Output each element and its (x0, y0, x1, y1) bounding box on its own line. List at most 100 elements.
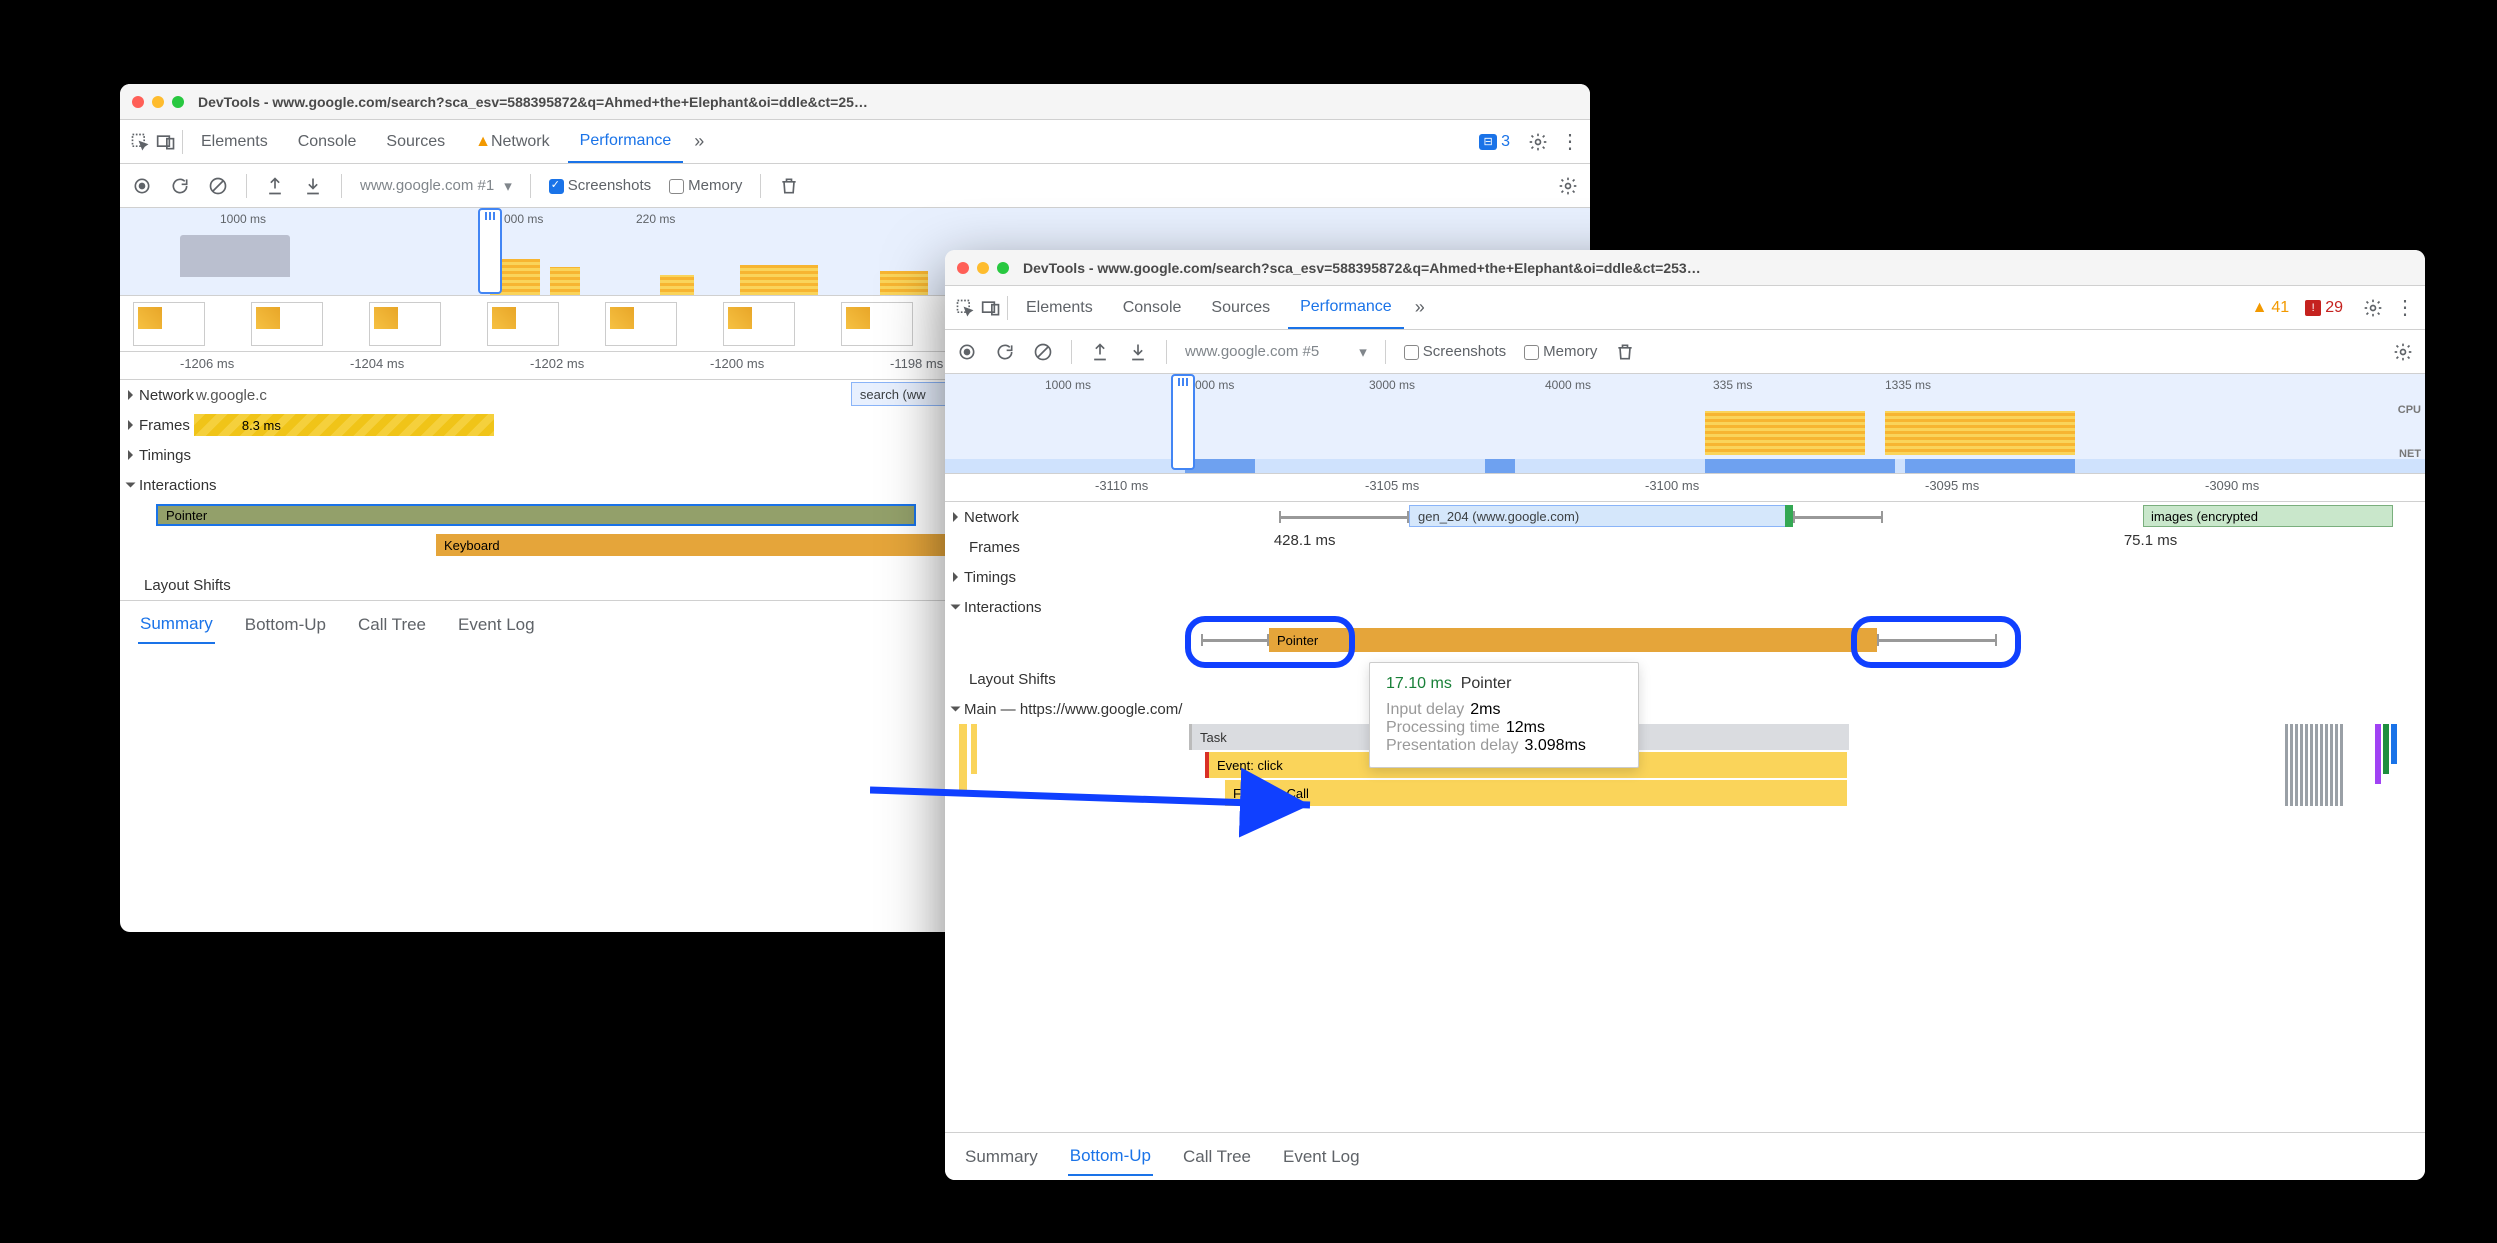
tab-bottom-up[interactable]: Bottom-Up (1068, 1138, 1153, 1176)
pointer-interaction-bar[interactable]: Pointer (156, 504, 916, 526)
minimize-icon[interactable] (977, 262, 989, 274)
network-request-bar[interactable]: images (encrypted (2143, 505, 2393, 527)
download-icon[interactable] (303, 176, 323, 196)
disclosure-triangle-icon[interactable] (128, 390, 133, 400)
gear-icon[interactable] (1558, 176, 1578, 196)
disclosure-triangle-icon[interactable] (953, 512, 958, 522)
frame-bar[interactable]: 8.3 ms (194, 414, 494, 436)
track-layout-shifts[interactable]: Layout Shifts (945, 664, 2425, 694)
screenshots-checkbox[interactable]: Screenshots (1404, 343, 1506, 360)
overview-playhead[interactable] (478, 208, 502, 294)
screenshot-thumbnail[interactable] (252, 303, 322, 345)
errors-badge[interactable]: !29 (2305, 299, 2343, 317)
tab-summary[interactable]: Summary (963, 1139, 1040, 1175)
track-main[interactable]: Main — https://www.google.com/ (945, 694, 2425, 724)
disclosure-triangle-icon[interactable] (953, 572, 958, 582)
titlebar[interactable]: DevTools - www.google.com/search?sca_esv… (945, 250, 2425, 286)
titlebar[interactable]: DevTools - www.google.com/search?sca_esv… (120, 84, 1590, 120)
screenshot-thumbnail[interactable] (370, 303, 440, 345)
track-interaction-pointer[interactable]: Pointer (945, 622, 2425, 658)
function-call-bar[interactable]: Function Call (1225, 780, 1847, 806)
tab-event-log[interactable]: Event Log (1281, 1139, 1362, 1175)
trash-icon[interactable] (779, 176, 799, 196)
disclosure-triangle-icon[interactable] (951, 605, 961, 610)
more-tabs-icon[interactable]: » (1410, 298, 1430, 318)
keyboard-interaction-bar[interactable]: Keyboard (436, 534, 966, 556)
record-icon[interactable] (132, 176, 152, 196)
device-toggle-icon[interactable] (981, 298, 1001, 318)
screenshot-thumbnail[interactable] (488, 303, 558, 345)
screenshot-thumbnail[interactable] (842, 303, 912, 345)
clear-icon[interactable] (1033, 342, 1053, 362)
reload-icon[interactable] (170, 176, 190, 196)
device-toggle-icon[interactable] (156, 132, 176, 152)
overview-tick: 000 ms (1195, 378, 1234, 392)
window-title: DevTools - www.google.com/search?sca_esv… (1017, 260, 2413, 276)
disclosure-triangle-icon[interactable] (128, 420, 133, 430)
inspect-icon[interactable] (955, 298, 975, 318)
screenshot-thumbnail[interactable] (606, 303, 676, 345)
memory-checkbox[interactable]: Memory (669, 177, 742, 194)
gear-icon[interactable] (2363, 298, 2383, 318)
trash-icon[interactable] (1615, 342, 1635, 362)
tab-sources[interactable]: Sources (374, 120, 457, 163)
minimize-icon[interactable] (152, 96, 164, 108)
gear-icon[interactable] (1528, 132, 1548, 152)
upload-icon[interactable] (1090, 342, 1110, 362)
track-network[interactable]: Network gen_204 (www.google.com) images … (945, 502, 2425, 532)
tab-elements[interactable]: Elements (1014, 286, 1105, 329)
tab-summary[interactable]: Summary (138, 606, 215, 644)
tab-console[interactable]: Console (286, 120, 369, 163)
disclosure-triangle-icon[interactable] (126, 483, 136, 488)
tab-call-tree[interactable]: Call Tree (356, 607, 428, 643)
gear-icon[interactable] (2393, 342, 2413, 362)
inspect-icon[interactable] (130, 132, 150, 152)
kebab-icon[interactable]: ⋮ (1560, 132, 1580, 152)
tab-bottom-up[interactable]: Bottom-Up (243, 607, 328, 643)
download-icon[interactable] (1128, 342, 1148, 362)
tab-elements[interactable]: Elements (189, 120, 280, 163)
overview-flame (740, 265, 818, 295)
overview-playhead[interactable] (1171, 374, 1195, 470)
tab-sources[interactable]: Sources (1199, 286, 1282, 329)
profile-selector[interactable]: www.google.com #5▾ (1185, 343, 1367, 361)
pointer-interaction-bar[interactable]: Pointer (1269, 628, 1877, 652)
tab-network[interactable]: ▲ Network (463, 120, 562, 163)
upload-icon[interactable] (265, 176, 285, 196)
record-icon[interactable] (957, 342, 977, 362)
overview-tick: 1335 ms (1885, 378, 1931, 392)
maximize-icon[interactable] (172, 96, 184, 108)
issues-badge[interactable]: ⊟3 (1479, 133, 1510, 151)
clear-icon[interactable] (208, 176, 228, 196)
presentation-delay-whisker (1877, 639, 1997, 642)
tab-console[interactable]: Console (1111, 286, 1194, 329)
tab-performance[interactable]: Performance (1288, 286, 1404, 329)
flame-col (971, 724, 977, 774)
tab-performance[interactable]: Performance (568, 120, 684, 163)
timeline-overview[interactable]: 1000 ms 000 ms 3000 ms 4000 ms 335 ms 13… (945, 374, 2425, 474)
screenshot-thumbnail[interactable] (134, 303, 204, 345)
network-request-bar[interactable]: gen_204 (www.google.com) (1409, 505, 1789, 527)
overview-tick: 220 ms (636, 212, 675, 226)
more-tabs-icon[interactable]: » (689, 132, 709, 152)
warnings-badge[interactable]: ▲41 (2252, 299, 2290, 317)
tab-event-log[interactable]: Event Log (456, 607, 537, 643)
overview-net-block (1705, 459, 1895, 473)
disclosure-triangle-icon[interactable] (128, 450, 133, 460)
profile-selector[interactable]: www.google.com #1▾ (360, 177, 512, 195)
disclosure-triangle-icon[interactable] (951, 707, 961, 712)
memory-checkbox[interactable]: Memory (1524, 343, 1597, 360)
screenshots-checkbox[interactable]: Screenshots (549, 177, 651, 194)
close-icon[interactable] (957, 262, 969, 274)
track-timings[interactable]: Timings (945, 562, 2425, 592)
flame-stripes (2285, 724, 2345, 806)
reload-icon[interactable] (995, 342, 1015, 362)
kebab-icon[interactable]: ⋮ (2395, 298, 2415, 318)
screenshot-thumbnail[interactable] (724, 303, 794, 345)
tab-call-tree[interactable]: Call Tree (1181, 1139, 1253, 1175)
timeline-ruler[interactable]: -3110 ms -3105 ms -3100 ms -3095 ms -309… (945, 474, 2425, 502)
close-icon[interactable] (132, 96, 144, 108)
track-interactions[interactable]: Interactions (945, 592, 2425, 622)
track-frames[interactable]: Frames 428.1 ms 75.1 ms (945, 532, 2425, 562)
maximize-icon[interactable] (997, 262, 1009, 274)
